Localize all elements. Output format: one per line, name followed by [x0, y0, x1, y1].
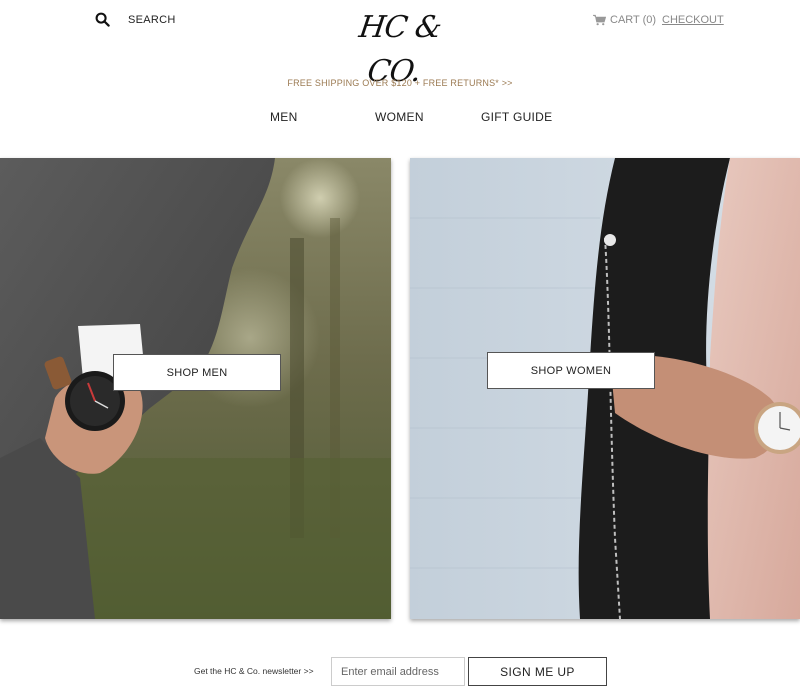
sign-me-up-button[interactable]: SIGN ME UP — [468, 657, 607, 686]
search-link[interactable]: SEARCH — [95, 12, 176, 27]
nav-item-men[interactable]: MEN — [270, 110, 298, 124]
main-nav: MEN WOMEN GIFT GUIDE — [0, 110, 800, 126]
cart-icon — [593, 14, 606, 26]
search-label: SEARCH — [128, 13, 176, 26]
newsletter-prompt: Get the HC & Co. newsletter >> — [194, 666, 314, 676]
email-field[interactable] — [331, 657, 465, 686]
nav-item-women[interactable]: WOMEN — [375, 110, 424, 124]
men-hero-panel[interactable]: SHOP MEN — [0, 158, 391, 619]
women-hero-panel[interactable]: SHOP WOMEN — [410, 158, 800, 619]
nav-item-gift-guide[interactable]: GIFT GUIDE — [481, 110, 552, 124]
logo[interactable]: HC & CO. — [337, 6, 463, 89]
checkout-link[interactable]: CHECKOUT — [662, 14, 724, 26]
cart-link[interactable]: CART (0) — [593, 14, 656, 26]
promo-banner[interactable]: FREE SHIPPING OVER $120 + FREE RETURNS* … — [0, 78, 800, 88]
shop-men-button[interactable]: SHOP MEN — [113, 354, 281, 391]
search-icon — [95, 12, 110, 27]
cart-label: CART (0) — [610, 14, 657, 26]
shop-women-button[interactable]: SHOP WOMEN — [487, 352, 655, 389]
